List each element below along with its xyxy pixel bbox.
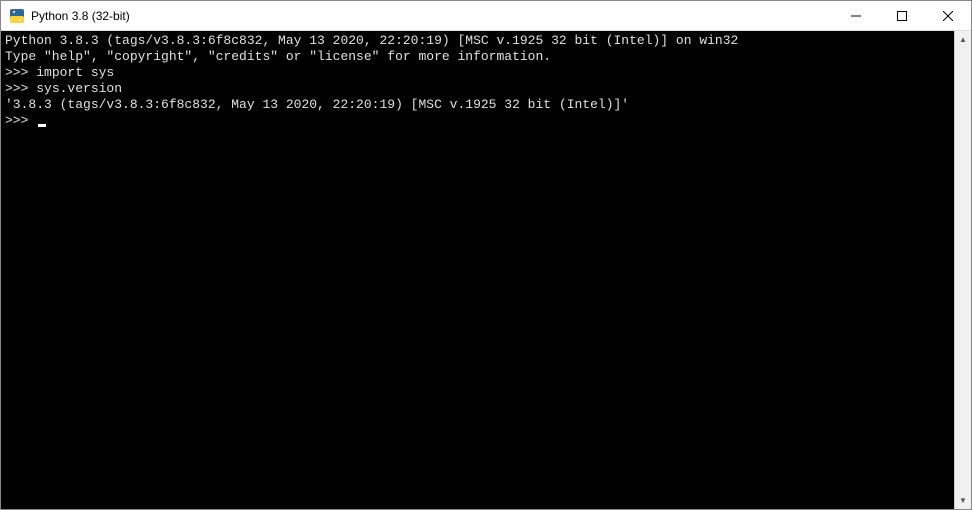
scroll-down-arrow-icon[interactable]: ▼ — [955, 492, 971, 509]
scroll-track[interactable] — [955, 48, 971, 492]
input-text: sys.version — [36, 81, 122, 96]
titlebar[interactable]: Python 3.8 (32-bit) — [1, 1, 971, 31]
input-line: >>> sys.version — [5, 81, 950, 97]
output-line: '3.8.3 (tags/v3.8.3:6f8c832, May 13 2020… — [5, 97, 950, 113]
console-output[interactable]: Python 3.8.3 (tags/v3.8.3:6f8c832, May 1… — [1, 31, 954, 509]
close-button[interactable] — [925, 1, 971, 30]
maximize-button[interactable] — [879, 1, 925, 30]
prompt: >>> — [5, 113, 36, 128]
input-line: >>> import sys — [5, 65, 950, 81]
minimize-button[interactable] — [833, 1, 879, 30]
scroll-up-arrow-icon[interactable]: ▲ — [955, 31, 971, 48]
input-text: import sys — [36, 65, 114, 80]
banner-line: Python 3.8.3 (tags/v3.8.3:6f8c832, May 1… — [5, 33, 950, 49]
window-controls — [833, 1, 971, 30]
current-prompt-line: >>> — [5, 113, 950, 129]
console-area: Python 3.8.3 (tags/v3.8.3:6f8c832, May 1… — [1, 31, 971, 509]
python-icon — [9, 8, 25, 24]
window-title: Python 3.8 (32-bit) — [31, 9, 130, 23]
vertical-scrollbar[interactable]: ▲ ▼ — [954, 31, 971, 509]
prompt: >>> — [5, 65, 36, 80]
banner-line: Type "help", "copyright", "credits" or "… — [5, 49, 950, 65]
python-console-window: Python 3.8 (32-bit) Python 3.8.3 (tags/v… — [0, 0, 972, 510]
cursor — [38, 124, 46, 127]
prompt: >>> — [5, 81, 36, 96]
